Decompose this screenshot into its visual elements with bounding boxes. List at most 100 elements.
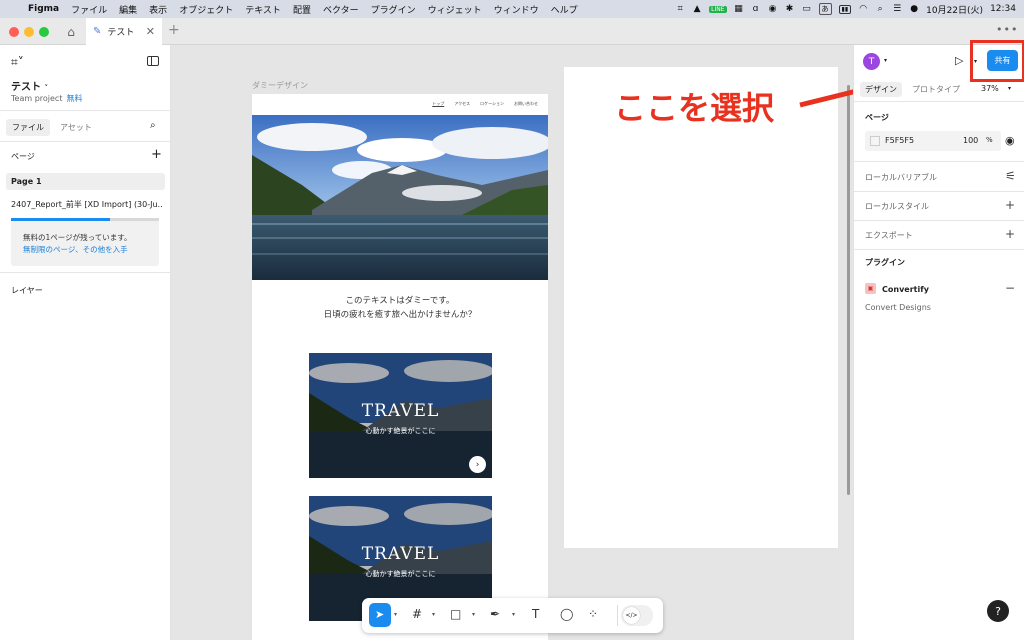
file-name[interactable]: テスト ˅ [11, 78, 48, 93]
page-usage-bar [11, 218, 159, 221]
figma-menu-icon[interactable]: ⌗˅ [11, 55, 24, 70]
chevron-down-icon[interactable]: ▾ [432, 611, 435, 618]
menu-window[interactable]: ウィンドウ [494, 3, 539, 16]
actions-icon[interactable]: ⁘ [588, 607, 598, 621]
plugin-subtitle[interactable]: Convert Designs [865, 303, 931, 312]
menu-object[interactable]: オブジェクト [179, 3, 233, 16]
date-label[interactable]: 10月22日(火) [926, 3, 983, 16]
time-label[interactable]: 12:34 [990, 4, 1016, 14]
design-frame[interactable]: トップ アクセス ロケーション お問い合わせ このテキストはダミーです。 日頃の… [252, 94, 548, 640]
eye-icon[interactable]: ◉ [1005, 134, 1015, 147]
empty-frame[interactable] [564, 67, 838, 548]
color-swatch[interactable] [870, 136, 880, 146]
play-circle-icon[interactable]: ◉ [768, 4, 778, 14]
menu-file[interactable]: ファイル [71, 3, 107, 16]
menu-edit[interactable]: 編集 [119, 3, 137, 16]
help-button[interactable]: ? [987, 600, 1009, 622]
chevron-down-icon[interactable]: ▾ [1008, 85, 1011, 92]
variables-icon[interactable]: ⚟ [1005, 169, 1016, 183]
divider [854, 101, 1024, 102]
plugin-name[interactable]: Convertify [882, 285, 929, 294]
menu-arrange[interactable]: 配置 [293, 3, 311, 16]
battery-icon[interactable]: ▮▮ [838, 4, 852, 14]
new-tab-icon[interactable]: + [168, 22, 180, 38]
page-item[interactable]: 2407_Report_前半 [XD Import] (30-Ju... [11, 199, 163, 210]
drive-icon[interactable]: ▲ [692, 4, 702, 14]
toolbar-divider [617, 605, 618, 626]
add-page-icon[interactable]: + [151, 147, 162, 162]
zoom-level[interactable]: 37% [981, 84, 999, 93]
export-label[interactable]: エクスポート [865, 230, 913, 241]
frame-tool-icon[interactable]: # [412, 607, 422, 621]
wifi-icon[interactable]: ◠ [858, 4, 868, 14]
card-title: TRAVEL [361, 401, 440, 421]
avatar[interactable]: T [863, 53, 880, 70]
text-tool-icon[interactable]: T [532, 607, 539, 621]
move-tool-button[interactable]: ➤ [369, 603, 391, 627]
home-icon[interactable]: ⌂ [58, 18, 84, 45]
rectangle-tool-icon[interactable]: □ [450, 607, 461, 621]
more-icon[interactable]: ••• [996, 23, 1018, 36]
tab-file[interactable]: ファイル [6, 119, 50, 136]
app-name-menu[interactable]: Figma [28, 4, 59, 14]
menu-plugins[interactable]: プラグイン [371, 3, 416, 16]
divider [854, 161, 1024, 162]
add-export-icon[interactable]: + [1005, 227, 1015, 241]
background-color-field[interactable]: F5F5F5 100 % [865, 131, 1001, 151]
canvas[interactable]: ダミーデザイン トップ アクセス ロケーション お問い合わせ このテキストはダミ… [172, 45, 852, 640]
page-usage-fill [11, 218, 111, 221]
chevron-down-icon[interactable]: ▾ [884, 57, 887, 64]
tab-assets[interactable]: アセット [60, 122, 92, 133]
tab-prototype[interactable]: プロトタイプ [912, 84, 960, 95]
chevron-down-icon[interactable]: ▾ [394, 611, 397, 618]
close-window-button[interactable] [9, 27, 19, 37]
divider [854, 220, 1024, 221]
page-section-title: ページ [865, 113, 889, 122]
local-variables-label[interactable]: ローカルバリアブル [865, 172, 937, 183]
vertical-scrollbar[interactable] [847, 85, 850, 495]
figma-status-icon[interactable]: ⌗ [675, 4, 685, 14]
bluetooth-icon[interactable]: ✱ [785, 4, 795, 14]
opacity-value[interactable]: 100 [963, 136, 978, 145]
tab-test-file[interactable]: ✎ テスト ✕ [86, 18, 162, 45]
collapse-icon[interactable]: − [1005, 281, 1015, 295]
close-tab-icon[interactable]: ✕ [146, 25, 155, 38]
chevron-down-icon[interactable]: ▾ [472, 611, 475, 618]
layers-title: レイヤー [11, 286, 43, 295]
minimize-window-button[interactable] [24, 27, 34, 37]
search-icon[interactable]: ⌕ [150, 120, 156, 131]
add-style-icon[interactable]: + [1005, 198, 1015, 212]
zoom-window-button[interactable] [39, 27, 49, 37]
menu-widgets[interactable]: ウィジェット [428, 3, 482, 16]
sidebar-toggle-icon[interactable] [147, 56, 159, 66]
card-subtitle: 心動かす絶景がここに [365, 427, 436, 435]
upgrade-link[interactable]: 無制限のページ、その他を入手 [23, 244, 128, 255]
pen-tool-icon[interactable]: ✒ [490, 607, 500, 621]
line-icon[interactable]: LINE [709, 5, 727, 13]
input-method-icon[interactable]: あ [818, 3, 832, 15]
plan-badge[interactable]: 無料 [66, 94, 82, 103]
tab-design[interactable]: デザイン [860, 82, 902, 97]
divider [0, 272, 171, 273]
search-icon[interactable]: ⌕ [875, 4, 885, 14]
tab-bar: ⌂ ✎ テスト ✕ + ••• [0, 18, 1024, 45]
menu-view[interactable]: 表示 [149, 3, 167, 16]
menu-text[interactable]: テキスト [245, 3, 281, 16]
promo-text: 無料の1ページが残っています。 [23, 233, 132, 242]
dev-mode-toggle[interactable]: </> [621, 605, 653, 626]
chevron-down-icon[interactable]: ▾ [512, 611, 515, 618]
grid-icon[interactable]: ▦ [734, 4, 744, 14]
menu-vector[interactable]: ベクター [323, 3, 359, 16]
screen-icon[interactable]: ▭ [802, 4, 812, 14]
comment-tool-icon[interactable]: ◯ [560, 607, 573, 621]
control-center-icon[interactable]: ☰ [892, 4, 902, 14]
airpods-icon[interactable]: ɑ [751, 4, 761, 14]
frame-label[interactable]: ダミーデザイン [252, 80, 308, 91]
present-icon[interactable]: ▷ [955, 54, 963, 67]
siri-icon[interactable]: ● [909, 4, 919, 14]
menu-help[interactable]: ヘルプ [551, 3, 578, 16]
color-hex[interactable]: F5F5F5 [885, 136, 914, 145]
nav-link: ロケーション [480, 101, 504, 106]
page-item[interactable]: Page 1 [6, 173, 165, 190]
local-styles-label[interactable]: ローカルスタイル [865, 201, 929, 212]
